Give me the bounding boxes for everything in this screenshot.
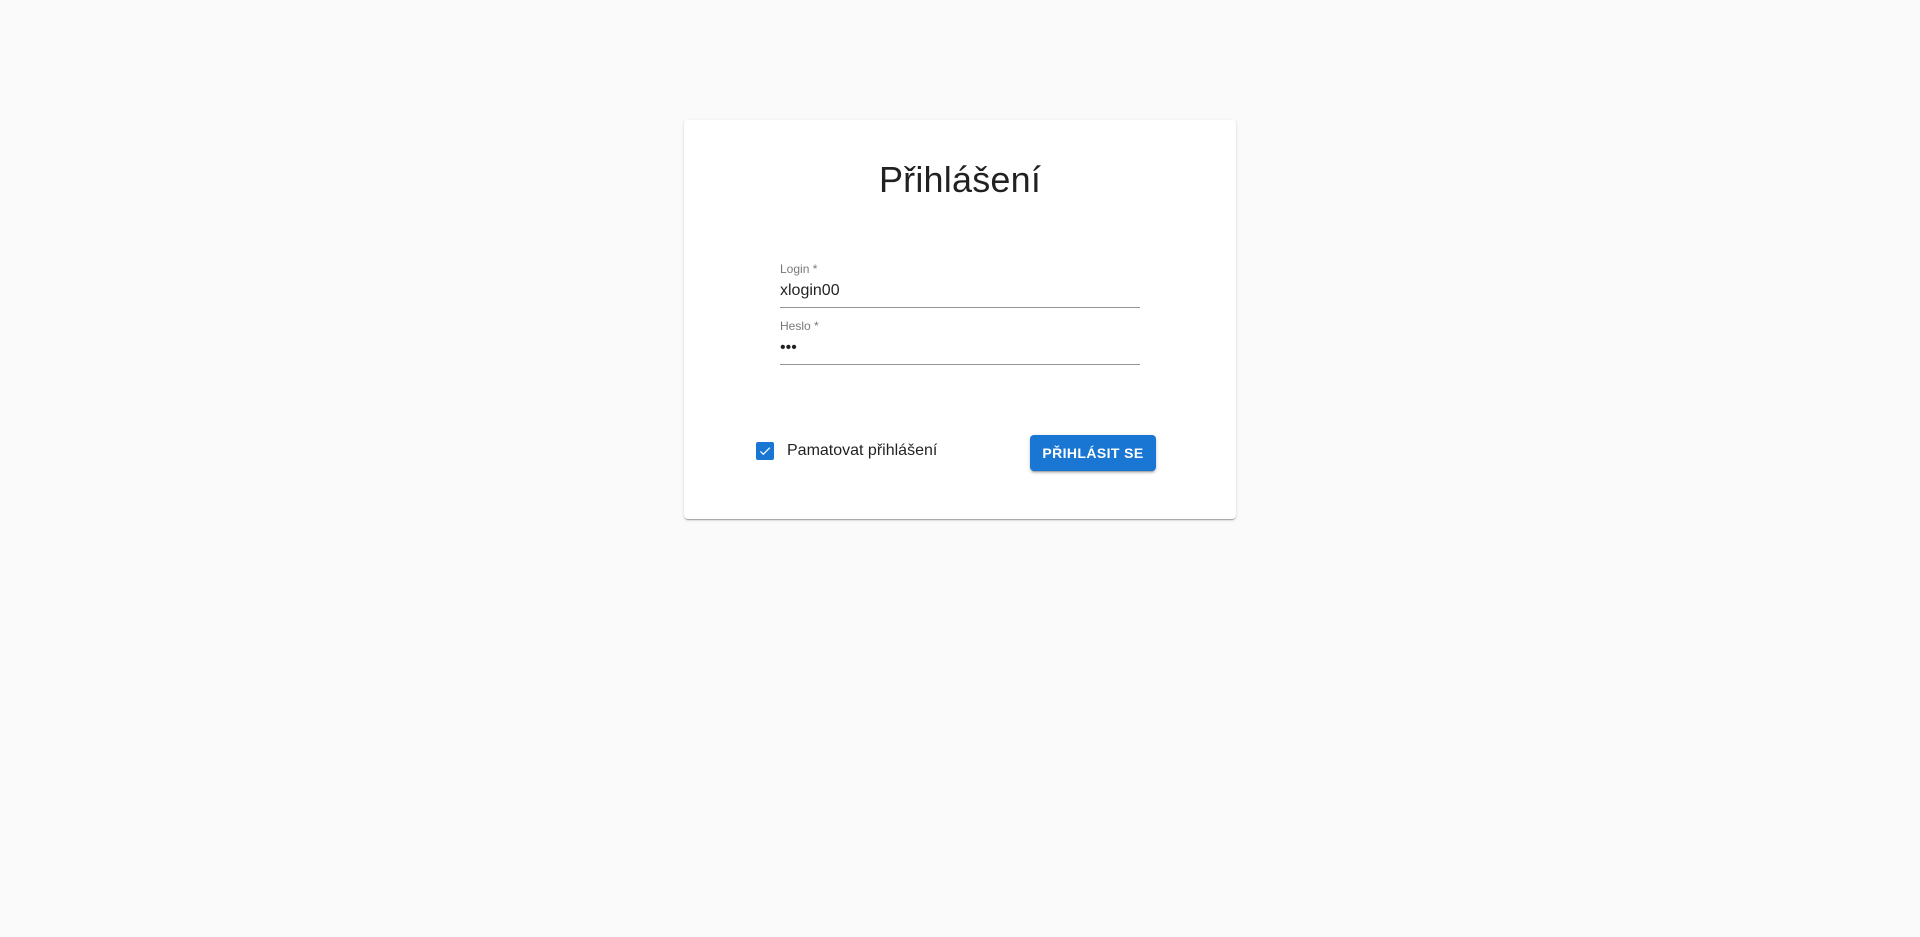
password-field: Heslo * bbox=[780, 319, 1140, 367]
login-page: Přihlášení Login * Heslo * Pamatovat při… bbox=[0, 0, 1920, 937]
password-label: Heslo * bbox=[780, 319, 819, 333]
remember-me-checkbox[interactable] bbox=[756, 442, 774, 460]
remember-me-checkbox-row[interactable]: Pamatovat přihlášení bbox=[756, 441, 937, 461]
login-input[interactable] bbox=[780, 280, 1140, 302]
remember-me-label: Pamatovat přihlášení bbox=[787, 442, 938, 459]
page-title: Přihlášení bbox=[878, 159, 1042, 200]
login-field: Login * bbox=[780, 262, 1140, 310]
password-underline bbox=[780, 364, 1140, 365]
login-button[interactable]: Přihlásit se bbox=[1030, 435, 1156, 471]
login-card: Přihlášení Login * Heslo * Pamatovat při… bbox=[684, 120, 1236, 519]
password-input[interactable] bbox=[780, 337, 1140, 359]
check-icon bbox=[759, 447, 771, 456]
login-underline bbox=[780, 307, 1140, 308]
login-label: Login * bbox=[780, 262, 818, 276]
